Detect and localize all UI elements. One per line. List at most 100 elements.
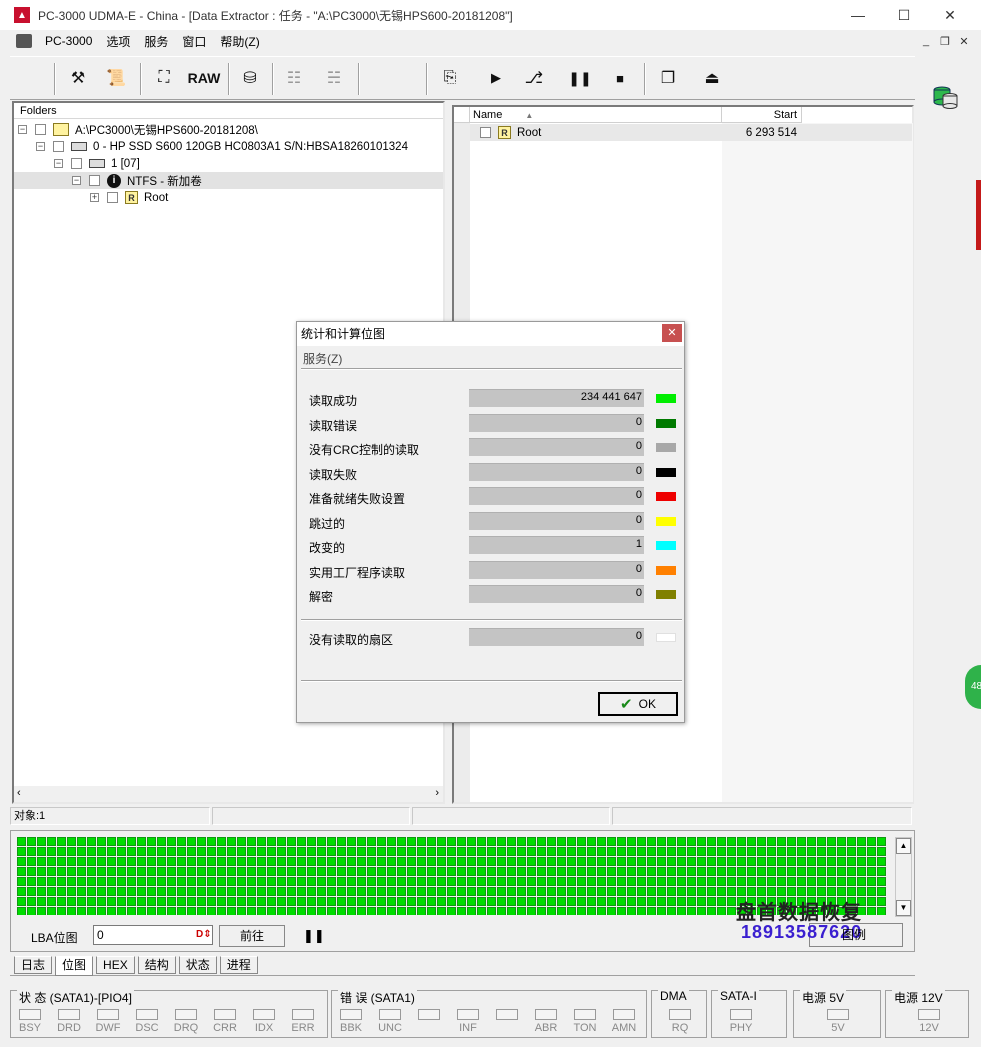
bitmap-block[interactable] [427, 857, 436, 866]
bitmap-block[interactable] [737, 887, 746, 896]
bitmap-block[interactable] [117, 877, 126, 886]
bitmap-block[interactable] [37, 897, 46, 906]
bitmap-block[interactable] [517, 897, 526, 906]
bitmap-block[interactable] [707, 907, 716, 915]
bitmap-block[interactable] [647, 857, 656, 866]
bitmap-block[interactable] [497, 847, 506, 856]
bitmap-block[interactable] [537, 867, 546, 876]
bitmap-block[interactable] [547, 857, 556, 866]
bitmap-block[interactable] [777, 837, 786, 846]
bitmap-block[interactable] [297, 847, 306, 856]
bitmap-block[interactable] [147, 877, 156, 886]
bitmap-block[interactable] [347, 907, 356, 915]
bitmap-block[interactable] [347, 897, 356, 906]
bitmap-block[interactable] [717, 847, 726, 856]
bitmap-block[interactable] [447, 907, 456, 915]
minimize-icon[interactable]: — [835, 0, 881, 30]
bitmap-block[interactable] [697, 897, 706, 906]
floating-badge[interactable]: 48 [965, 665, 981, 709]
bitmap-block[interactable] [127, 887, 136, 896]
bitmap-block[interactable] [77, 907, 86, 915]
bitmap-block[interactable] [857, 837, 866, 846]
bitmap-block[interactable] [427, 897, 436, 906]
bitmap-block[interactable] [257, 847, 266, 856]
bitmap-block[interactable] [507, 877, 516, 886]
bitmap-block[interactable] [167, 837, 176, 846]
bitmap-block[interactable] [387, 877, 396, 886]
bitmap-block[interactable] [577, 907, 586, 915]
bitmap-block[interactable] [627, 907, 636, 915]
bitmap-block[interactable] [67, 887, 76, 896]
bitmap-block[interactable] [787, 887, 796, 896]
bitmap-block[interactable] [597, 897, 606, 906]
bitmap-block[interactable] [307, 847, 316, 856]
database-icon[interactable] [930, 80, 962, 112]
bitmap-block[interactable] [537, 877, 546, 886]
bitmap-block[interactable] [207, 837, 216, 846]
tab-status[interactable]: 状态 [178, 956, 217, 974]
bitmap-block[interactable] [517, 887, 526, 896]
bitmap-block[interactable] [437, 847, 446, 856]
bitmap-block[interactable] [107, 837, 116, 846]
bitmap-block[interactable] [587, 867, 596, 876]
bitmap-block[interactable] [847, 857, 856, 866]
bitmap-block[interactable] [547, 847, 556, 856]
bitmap-block[interactable] [647, 837, 656, 846]
bitmap-block[interactable] [27, 857, 36, 866]
bitmap-block[interactable] [207, 847, 216, 856]
bitmap-block[interactable] [487, 907, 496, 915]
bitmap-block[interactable] [857, 847, 866, 856]
column-header-name[interactable]: Name ▲ [470, 107, 722, 123]
bitmap-block[interactable] [257, 887, 266, 896]
bitmap-block[interactable] [287, 837, 296, 846]
bitmap-block[interactable] [187, 867, 196, 876]
bitmap-block[interactable] [317, 897, 326, 906]
bitmap-block[interactable] [617, 837, 626, 846]
bitmap-block[interactable] [517, 857, 526, 866]
bitmap-block[interactable] [437, 887, 446, 896]
bitmap-block[interactable] [317, 867, 326, 876]
bitmap-block[interactable] [677, 907, 686, 915]
bitmap-block[interactable] [457, 907, 466, 915]
bitmap-block[interactable] [597, 847, 606, 856]
bitmap-block[interactable] [567, 887, 576, 896]
bitmap-block[interactable] [847, 887, 856, 896]
bitmap-block[interactable] [267, 907, 276, 915]
bitmap-block[interactable] [567, 907, 576, 915]
bitmap-block[interactable] [157, 837, 166, 846]
bitmap-block[interactable] [147, 897, 156, 906]
bitmap-block[interactable] [247, 887, 256, 896]
bitmap-block[interactable] [717, 897, 726, 906]
bitmap-block[interactable] [47, 897, 56, 906]
bitmap-block[interactable] [637, 877, 646, 886]
bitmap-block[interactable] [477, 867, 486, 876]
play-icon[interactable]: ▶ [482, 65, 510, 91]
bitmap-block[interactable] [687, 847, 696, 856]
bitmap-block[interactable] [807, 837, 816, 846]
bitmap-block[interactable] [487, 857, 496, 866]
scroll-doc-icon[interactable]: 📜 [102, 65, 130, 91]
bitmap-block[interactable] [717, 907, 726, 915]
bitmap-block[interactable] [707, 867, 716, 876]
bitmap-block[interactable] [607, 897, 616, 906]
bitmap-block[interactable] [197, 877, 206, 886]
bitmap-block[interactable] [827, 887, 836, 896]
bitmap-block[interactable] [137, 887, 146, 896]
bitmap-block[interactable] [577, 847, 586, 856]
bitmap-block[interactable] [237, 887, 246, 896]
bitmap-block[interactable] [187, 877, 196, 886]
bitmap-block[interactable] [687, 877, 696, 886]
bitmap-block[interactable] [517, 867, 526, 876]
collapse-icon[interactable]: − [36, 142, 45, 151]
bitmap-block[interactable] [827, 847, 836, 856]
bitmap-block[interactable] [417, 847, 426, 856]
bitmap-block[interactable] [837, 877, 846, 886]
bitmap-block[interactable] [497, 877, 506, 886]
bitmap-block[interactable] [37, 907, 46, 915]
lba-input[interactable]: 0 D⇕ [93, 925, 213, 945]
bitmap-block[interactable] [687, 867, 696, 876]
bitmap-block[interactable] [387, 837, 396, 846]
bitmap-block[interactable] [657, 877, 666, 886]
bitmap-block[interactable] [377, 907, 386, 915]
tab-log[interactable]: 日志 [14, 956, 53, 974]
